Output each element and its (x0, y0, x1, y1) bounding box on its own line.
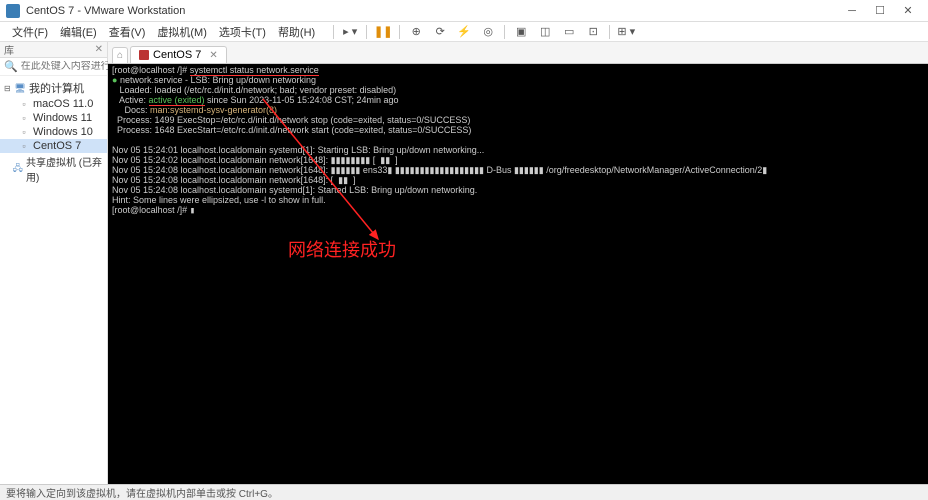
menu-file[interactable]: 文件(F) (6, 22, 54, 42)
tab-close-icon[interactable]: ✕ (209, 50, 217, 61)
sidebar-header: 库 ✕ (0, 42, 107, 58)
search-icon: 🔍 (4, 60, 18, 73)
sidebar-title: 库 (4, 42, 14, 57)
tree-item-label: Windows 10 (33, 126, 93, 138)
maximize-button[interactable]: ☐ (866, 1, 894, 21)
tree-item-label: Windows 11 (33, 112, 92, 124)
expand-icon[interactable]: ⊟ (4, 84, 14, 93)
menu-vm[interactable]: 虚拟机(M) (151, 22, 213, 42)
main-area: 库 ✕ 🔍 ▼ ⊟ 🖥 我的计算机 ▫ macOS 11.0 ▫ Windows… (0, 42, 928, 484)
toolbar-btn-5[interactable]: ▭ (558, 23, 580, 41)
tree-item-label: macOS 11.0 (33, 98, 93, 110)
tree-shared-vms[interactable]: 🖧 共享虚拟机 (已弃用) (0, 153, 107, 185)
statusbar: 要将输入定向到该虚拟机，请在虚拟机内部单击或按 Ctrl+G。 (0, 484, 928, 500)
tree-item-label: CentOS 7 (33, 140, 81, 152)
tree-item-win10[interactable]: ▫ Windows 10 (0, 125, 107, 139)
vm-icon: ▫ (18, 140, 30, 152)
sidebar-close-icon[interactable]: ✕ (95, 44, 103, 55)
sidebar-search: 🔍 ▼ (0, 58, 107, 76)
window-title: CentOS 7 - VMware Workstation (26, 5, 838, 17)
vm-icon: ▫ (18, 126, 30, 138)
content-area: ⌂ CentOS 7 ✕ [root@localhost /]# systemc… (108, 42, 928, 484)
toolbar-btn-6[interactable]: ⊡ (582, 23, 604, 41)
vm-tree: ⊟ 🖥 我的计算机 ▫ macOS 11.0 ▫ Windows 11 ▫ Wi… (0, 76, 107, 188)
minimize-button[interactable]: ─ (838, 1, 866, 21)
toolbar-btn-3[interactable]: ⚡ (453, 23, 475, 41)
close-button[interactable]: ✕ (894, 1, 922, 21)
vm-console[interactable]: [root@localhost /]# systemctl status net… (108, 64, 928, 484)
tree-root-label: 我的计算机 (29, 80, 84, 96)
vm-tabstrip: ⌂ CentOS 7 ✕ (108, 42, 928, 64)
terminal-output: [root@localhost /]# systemctl status net… (112, 66, 924, 216)
suspend-button[interactable]: ❚❚ (372, 23, 394, 41)
tree-item-centos7[interactable]: ▫ CentOS 7 (0, 139, 107, 153)
toolbar-btn-4[interactable]: ◎ (477, 23, 499, 41)
vm-icon: ▫ (18, 98, 30, 110)
toolbar-btn-1[interactable]: ⊕ (405, 23, 427, 41)
home-tab[interactable]: ⌂ (112, 47, 128, 63)
vm-tab-label: CentOS 7 (153, 49, 201, 61)
shared-icon: 🖧 (13, 163, 23, 175)
power-dropdown-button[interactable]: ▸ ▾ (339, 23, 361, 41)
vm-tab-centos7[interactable]: CentOS 7 ✕ (130, 46, 227, 63)
tree-root-mycomputer[interactable]: ⊟ 🖥 我的计算机 (0, 79, 107, 97)
vmware-app-icon (6, 4, 20, 18)
menubar: 文件(F) 编辑(E) 查看(V) 虚拟机(M) 选项卡(T) 帮助(H) ▸ … (0, 22, 928, 42)
tree-item-macos[interactable]: ▫ macOS 11.0 (0, 97, 107, 111)
menu-tabs[interactable]: 选项卡(T) (213, 22, 272, 42)
fullscreen-button[interactable]: ▣ (510, 23, 532, 41)
unity-button[interactable]: ◫ (534, 23, 556, 41)
computer-icon: 🖥 (14, 82, 26, 94)
menu-help[interactable]: 帮助(H) (272, 22, 321, 42)
tree-shared-label: 共享虚拟机 (已弃用) (26, 154, 103, 184)
statusbar-text: 要将输入定向到该虚拟机，请在虚拟机内部单击或按 Ctrl+G。 (6, 485, 278, 500)
menu-edit[interactable]: 编辑(E) (54, 22, 103, 42)
toolbar-btn-2[interactable]: ⟳ (429, 23, 451, 41)
library-sidebar: 库 ✕ 🔍 ▼ ⊟ 🖥 我的计算机 ▫ macOS 11.0 ▫ Windows… (0, 42, 108, 484)
tree-item-win11[interactable]: ▫ Windows 11 (0, 111, 107, 125)
window-titlebar: CentOS 7 - VMware Workstation ─ ☐ ✕ (0, 0, 928, 22)
home-icon: ⌂ (117, 50, 123, 61)
annotation-label: 网络连接成功 (288, 236, 396, 262)
toolbar-dropdown[interactable]: ⊞ ▾ (615, 23, 637, 41)
vm-icon: ▫ (18, 112, 30, 124)
vm-tab-icon (139, 50, 149, 60)
annotation-arrow (258, 94, 408, 254)
menu-view[interactable]: 查看(V) (103, 22, 152, 42)
